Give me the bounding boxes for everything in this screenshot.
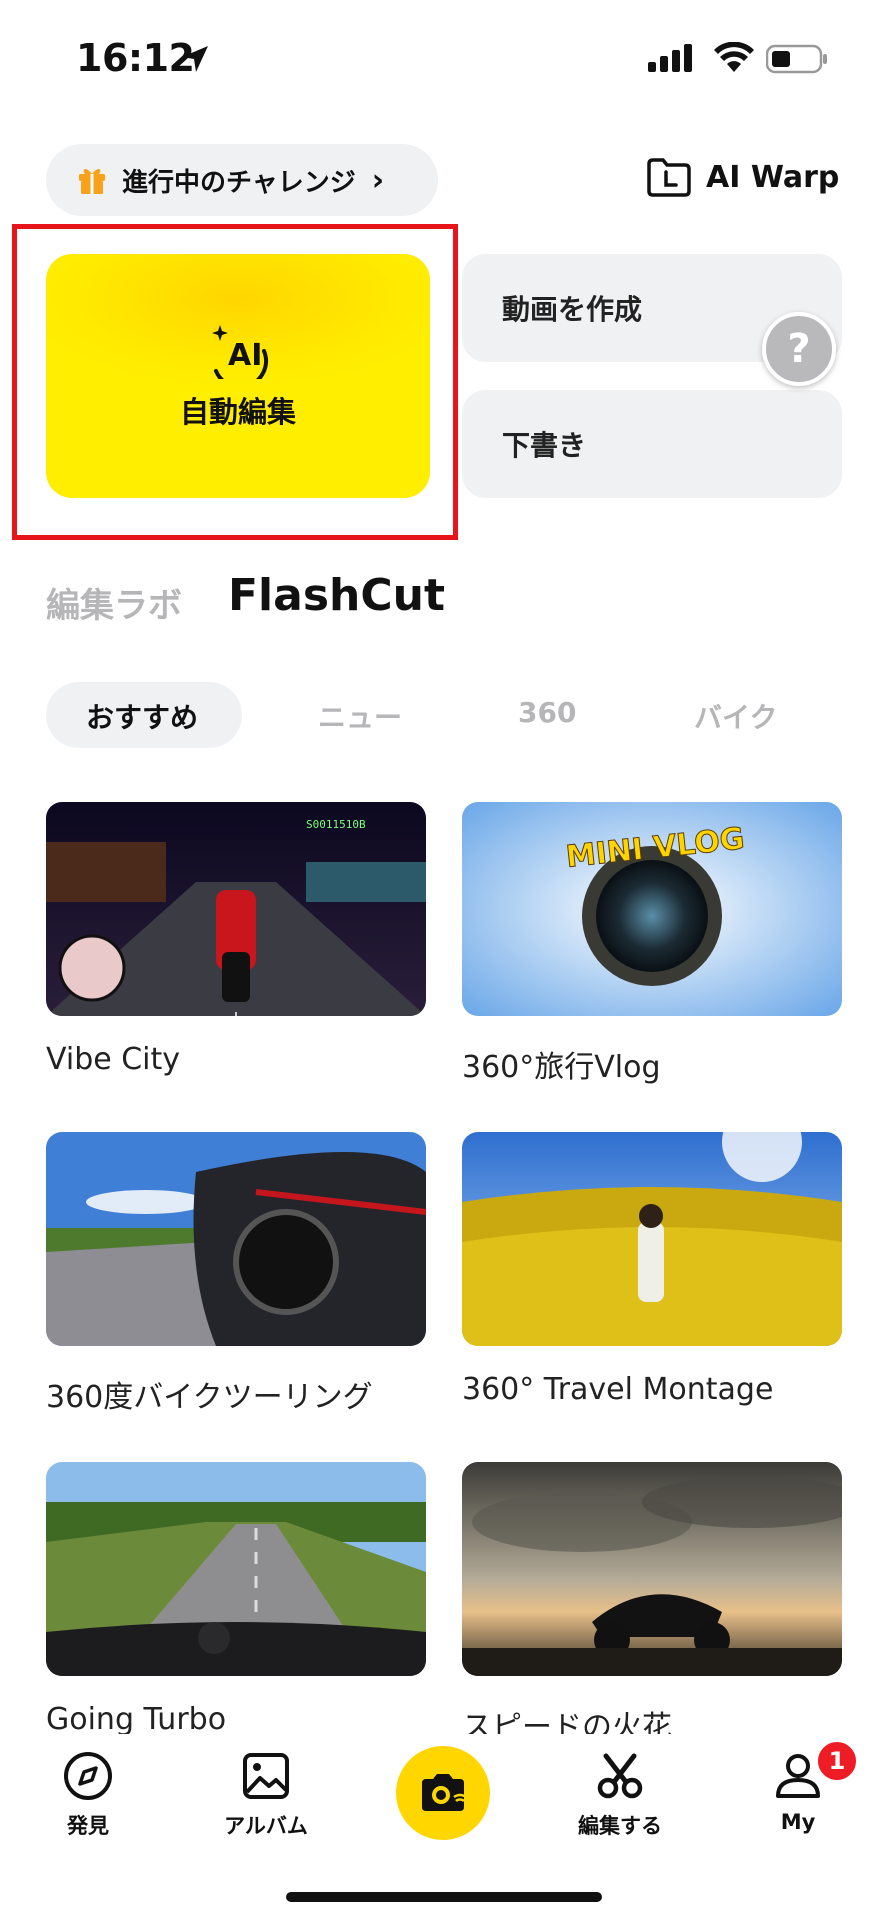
help-button[interactable]: ? <box>762 312 836 386</box>
ai-warp-label: AI Warp <box>706 159 840 195</box>
nav-album[interactable]: アルバム <box>196 1750 336 1840</box>
cellular-signal-icon <box>648 44 692 72</box>
template-title-going-turbo: Going Turbo <box>46 1702 227 1737</box>
section-tab-edit-lab[interactable]: 編集ラボ <box>46 578 182 627</box>
template-title-360-vlog: 360°旅行Vlog <box>462 1050 661 1085</box>
template-thumbnail-360-vlog[interactable]: MINI VLOG <box>462 802 842 1016</box>
section-tab-flashcut[interactable]: FlashCut <box>228 570 445 621</box>
compass-icon <box>64 1752 112 1800</box>
drafts-card[interactable]: 下書き <box>462 390 842 498</box>
ai-warp-icon <box>647 158 691 197</box>
auto-edit-card[interactable]: AI 自動編集 <box>46 254 430 498</box>
svg-text:AI: AI <box>228 338 262 373</box>
nav-camera-button[interactable] <box>396 1746 490 1840</box>
status-time: 16:12 <box>76 36 195 80</box>
challenge-button[interactable]: 進行中のチャレンジ › <box>46 144 438 216</box>
category-tab-bike[interactable]: バイク <box>694 696 777 736</box>
template-thumbnail-going-turbo[interactable] <box>46 1462 426 1676</box>
category-tab-new[interactable]: ニュー <box>318 696 402 736</box>
nav-album-label: アルバム <box>224 1814 308 1838</box>
template-title-360-bike-touring: 360度バイクツーリング <box>46 1380 373 1415</box>
battery-icon <box>766 44 827 74</box>
template-title-vibe-city: Vibe City <box>46 1042 181 1077</box>
scissors-icon <box>597 1753 643 1799</box>
nav-edit[interactable]: 編集する <box>550 1750 690 1840</box>
nav-edit-label: 編集する <box>578 1814 662 1838</box>
notification-badge: 1 <box>816 1740 858 1782</box>
template-thumbnail-360-bike-touring[interactable] <box>46 1132 426 1346</box>
category-tab-360[interactable]: 360 <box>518 696 576 729</box>
photo-icon <box>243 1753 289 1799</box>
home-indicator[interactable] <box>286 1892 602 1902</box>
camera-icon <box>422 1774 467 1811</box>
wifi-icon <box>714 42 754 72</box>
location-arrow-icon <box>182 46 208 72</box>
nav-discover[interactable]: 発見 <box>18 1750 158 1840</box>
ai-sparkle-icon: AI <box>212 325 268 379</box>
template-title-360-travel-montage: 360° Travel Montage <box>462 1372 774 1407</box>
nav-my-label: My <box>780 1810 816 1834</box>
gift-icon <box>79 169 105 194</box>
challenge-label: 進行中のチャレンジ <box>122 167 356 198</box>
template-thumbnail-speed-spark[interactable] <box>462 1462 842 1676</box>
template-thumbnail-vibe-city[interactable]: S0011510B <box>46 802 426 1016</box>
vibe-city-overlay-text: S0011510B <box>306 818 366 831</box>
nav-discover-label: 発見 <box>67 1814 109 1838</box>
create-video-label: 動画を作成 <box>502 293 643 326</box>
auto-edit-label: 自動編集 <box>179 395 296 429</box>
ai-warp-button[interactable]: AI Warp <box>646 156 839 198</box>
template-thumbnail-360-travel-montage[interactable] <box>462 1132 842 1346</box>
drafts-label: 下書き <box>502 429 587 462</box>
category-tab-recommended[interactable]: おすすめ <box>86 696 198 736</box>
chevron-right-icon: › <box>371 162 385 198</box>
